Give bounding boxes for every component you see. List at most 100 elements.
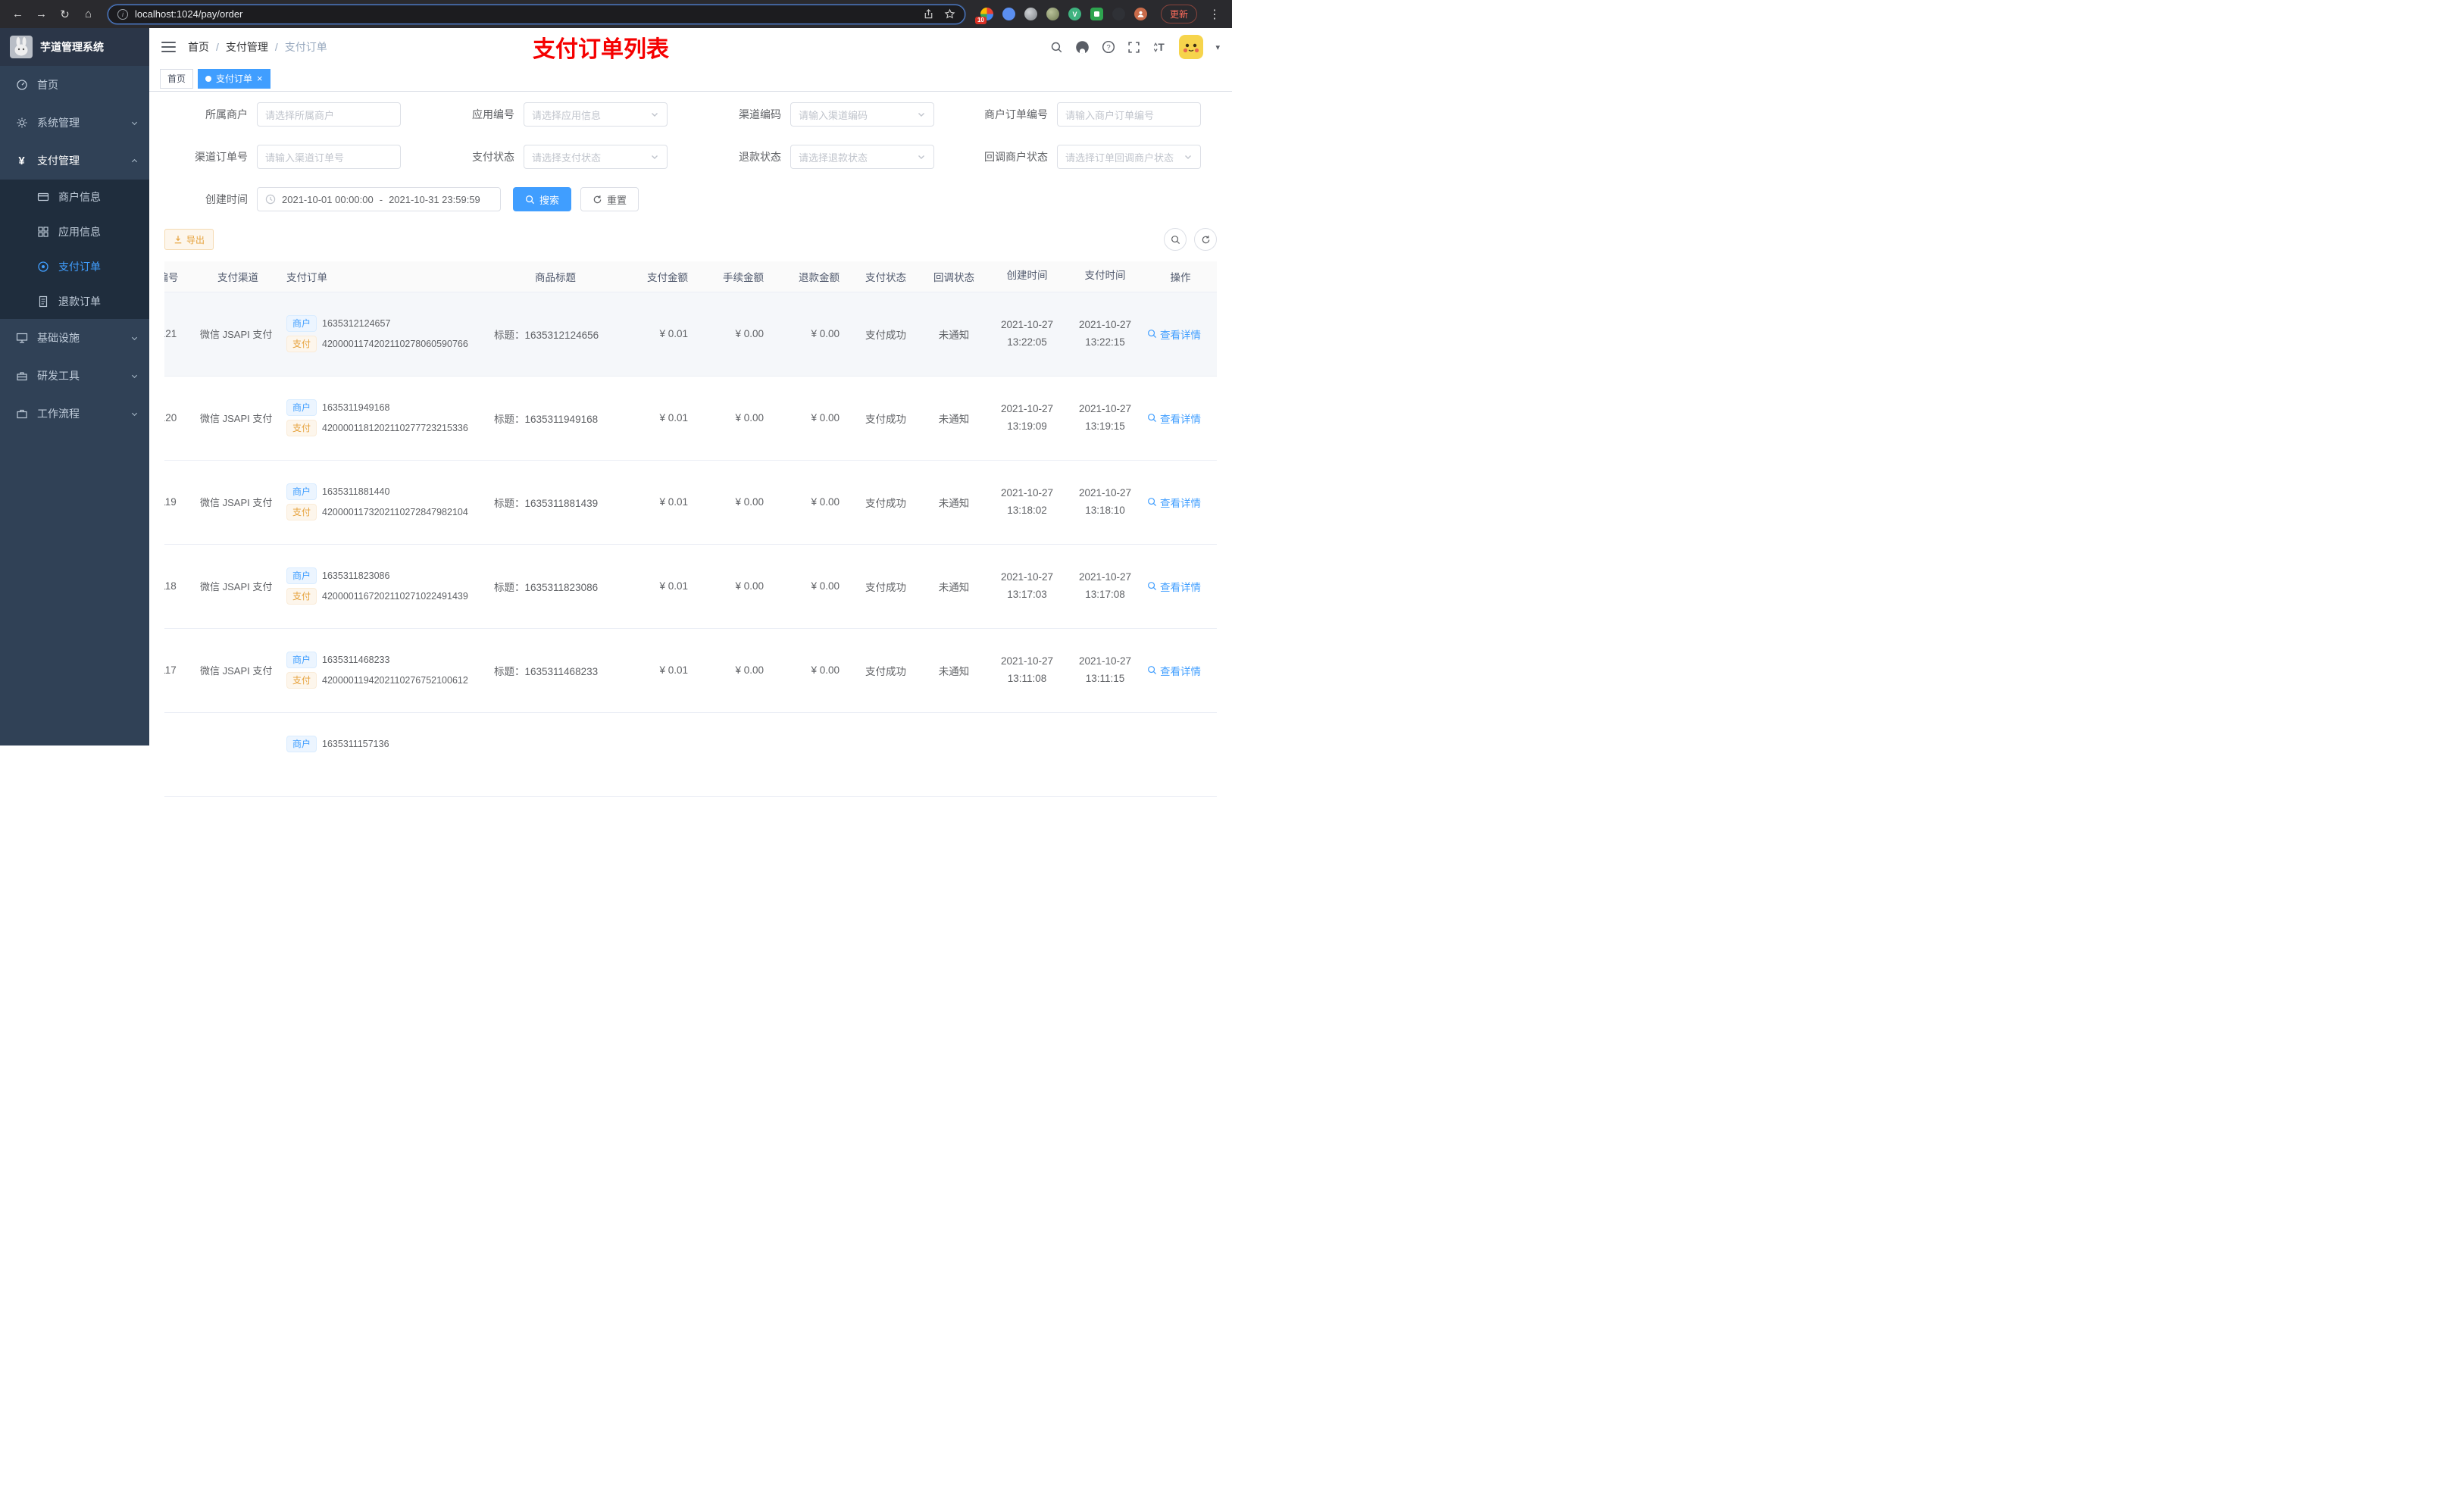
pay-status: 支付成功 bbox=[865, 581, 906, 593]
date-range-input[interactable]: 2021-10-01 00:00:00 - 2021-10-31 23:59:5… bbox=[257, 187, 501, 211]
refund-amount: ¥ 0.00 bbox=[811, 664, 840, 676]
tab-close-icon[interactable]: × bbox=[257, 73, 263, 83]
logo-image bbox=[10, 36, 33, 58]
pay-time: 13:17:08 bbox=[1085, 588, 1125, 600]
pay-amount: ¥ 0.01 bbox=[659, 328, 688, 339]
browser-home-icon[interactable]: ⌂ bbox=[78, 4, 98, 24]
browser-menu-icon[interactable]: ⋮ bbox=[1205, 7, 1224, 22]
filter-field-input[interactable]: 请输入渠道编码 bbox=[790, 102, 934, 127]
refund-amount: ¥ 0.00 bbox=[811, 496, 840, 508]
fullscreen-icon[interactable] bbox=[1127, 41, 1140, 54]
reset-button[interactable]: 重置 bbox=[580, 187, 639, 211]
avatar-caret-icon[interactable]: ▾ bbox=[1215, 42, 1220, 52]
filter-field-input[interactable]: 请选择退款状态 bbox=[790, 145, 934, 169]
column-header: 手续金额 bbox=[700, 261, 776, 292]
app-shell: 芋道管理系统 首页 系统管理 ¥ 支付管理 商户信息 应用信息 支付订单 退款订… bbox=[0, 28, 1232, 797]
extension-icon[interactable] bbox=[1112, 8, 1125, 20]
filter-field-placeholder: 请输入商户订单编号 bbox=[1065, 109, 1155, 121]
tab-pay-order[interactable]: 支付订单 × bbox=[198, 68, 270, 89]
table-row: 119 微信 JSAPI 支付 商户 1635311881440 支付 4200… bbox=[164, 460, 1217, 545]
table-refresh-button[interactable] bbox=[1194, 228, 1217, 251]
view-detail-link[interactable]: 查看详情 bbox=[1147, 327, 1201, 342]
user-avatar[interactable] bbox=[1179, 35, 1204, 59]
refund-amount: ¥ 0.00 bbox=[811, 328, 840, 339]
filter-field-label: 商户订单编号 bbox=[984, 108, 1048, 120]
sidebar-item-app-info[interactable]: 应用信息 bbox=[0, 214, 149, 249]
refresh-icon bbox=[593, 195, 602, 203]
sidebar-item-devtools[interactable]: 研发工具 bbox=[0, 357, 149, 395]
export-button[interactable]: 导出 bbox=[164, 229, 214, 250]
breadcrumb-item[interactable]: 首页 bbox=[188, 39, 209, 55]
merchant-badge: 商户 bbox=[286, 652, 317, 668]
page-content: 所属商户 请选择所属商户 应用编号 请选择应用信息 渠道编码 请输入渠道编码 商… bbox=[149, 92, 1232, 797]
chevron-down-icon bbox=[652, 155, 658, 159]
sidebar-item-pay[interactable]: ¥ 支付管理 bbox=[0, 142, 149, 180]
sidebar-item-system[interactable]: 系统管理 bbox=[0, 104, 149, 142]
view-detail-link[interactable]: 查看详情 bbox=[1147, 663, 1201, 678]
view-detail-link[interactable]: 查看详情 bbox=[1147, 495, 1201, 510]
tab-home[interactable]: 首页 bbox=[160, 68, 194, 89]
filter-field-input[interactable]: 请选择所属商户 bbox=[257, 102, 401, 127]
browser-back-icon[interactable]: ← bbox=[8, 4, 28, 24]
pay-status: 支付成功 bbox=[865, 329, 906, 341]
share-icon[interactable] bbox=[923, 8, 934, 20]
merchant-badge: 商户 bbox=[286, 315, 317, 332]
date-start[interactable]: 2021-10-01 00:00:00 bbox=[282, 194, 374, 205]
filter-field-input[interactable]: 请选择应用信息 bbox=[524, 102, 668, 127]
create-time: 13:22:05 bbox=[1007, 336, 1047, 348]
extension-icon[interactable] bbox=[1024, 8, 1037, 20]
filter-field-input[interactable]: 请选择支付状态 bbox=[524, 145, 668, 169]
sidebar-item-refund-order[interactable]: 退款订单 bbox=[0, 284, 149, 319]
view-detail-link[interactable]: 查看详情 bbox=[1147, 411, 1201, 426]
font-size-icon[interactable]: T bbox=[1152, 41, 1167, 54]
bookmark-star-icon[interactable] bbox=[944, 8, 955, 20]
browser-reload-icon[interactable]: ↻ bbox=[55, 4, 75, 24]
browser-update-button[interactable]: 更新 bbox=[1160, 5, 1197, 23]
search-icon[interactable] bbox=[1050, 41, 1063, 54]
table-search-button[interactable] bbox=[1164, 228, 1187, 251]
profile-avatar-icon[interactable] bbox=[1134, 8, 1147, 20]
extension-icon[interactable] bbox=[1090, 8, 1103, 20]
site-info-icon[interactable]: i bbox=[117, 8, 128, 20]
help-icon[interactable]: ? bbox=[1102, 40, 1115, 54]
pay-badge: 支付 bbox=[286, 672, 317, 689]
breadcrumb-item[interactable]: 支付管理 bbox=[226, 39, 268, 55]
extension-icon[interactable] bbox=[1002, 8, 1015, 20]
extension-icon[interactable]: V bbox=[1068, 8, 1081, 20]
search-button[interactable]: 搜索 bbox=[513, 187, 572, 211]
filter-field-label: 退款状态 bbox=[739, 151, 781, 163]
github-icon[interactable] bbox=[1075, 40, 1090, 55]
browser-chrome: ← → ↻ ⌂ i localhost:1024/pay/order 10 V … bbox=[0, 0, 1232, 28]
sidebar-item-label: 研发工具 bbox=[37, 370, 80, 382]
extension-icon[interactable] bbox=[1046, 8, 1059, 20]
filter-field-input[interactable]: 请输入渠道订单号 bbox=[257, 145, 401, 169]
hamburger-icon[interactable] bbox=[161, 42, 176, 52]
pay-channel: 微信 JSAPI 支付 bbox=[200, 665, 273, 677]
pay-channel: 微信 JSAPI 支付 bbox=[200, 497, 273, 508]
view-detail-link[interactable]: 查看详情 bbox=[1147, 579, 1201, 594]
create-date: 2021-10-27 bbox=[1000, 318, 1054, 330]
address-bar[interactable]: i localhost:1024/pay/order bbox=[108, 4, 965, 24]
filter-field-input[interactable]: 请选择订单回调商户状态 bbox=[1057, 145, 1201, 169]
tab-label: 支付订单 bbox=[216, 73, 253, 84]
pay-time: 13:11:15 bbox=[1085, 672, 1125, 684]
url-text[interactable]: localhost:1024/pay/order bbox=[135, 8, 923, 20]
sidebar-item-home[interactable]: 首页 bbox=[0, 66, 149, 104]
sidebar-item-pay-order[interactable]: 支付订单 bbox=[0, 249, 149, 284]
date-end[interactable]: 2021-10-31 23:59:59 bbox=[389, 194, 480, 205]
dashboard-icon bbox=[15, 79, 28, 92]
merchant-order-no: 1635311157136 bbox=[322, 739, 389, 749]
extension-icon[interactable]: 10 bbox=[974, 8, 993, 24]
pay-date: 2021-10-27 bbox=[1078, 402, 1132, 414]
merchant-order-no: 1635311823086 bbox=[322, 570, 390, 581]
filter-field: 所属商户 请选择所属商户 bbox=[164, 102, 401, 127]
filter-field-input[interactable]: 请输入商户订单编号 bbox=[1057, 102, 1201, 127]
filter-field-label: 应用编号 bbox=[472, 108, 514, 120]
pay-time: 13:19:15 bbox=[1085, 420, 1125, 432]
sidebar-item-workflow[interactable]: 工作流程 bbox=[0, 395, 149, 433]
browser-forward-icon[interactable]: → bbox=[31, 4, 52, 24]
sidebar-item-merchant-info[interactable]: 商户信息 bbox=[0, 180, 149, 214]
grid-icon bbox=[36, 226, 49, 239]
pay-channel: 微信 JSAPI 支付 bbox=[200, 413, 273, 424]
sidebar-item-infra[interactable]: 基础设施 bbox=[0, 319, 149, 357]
